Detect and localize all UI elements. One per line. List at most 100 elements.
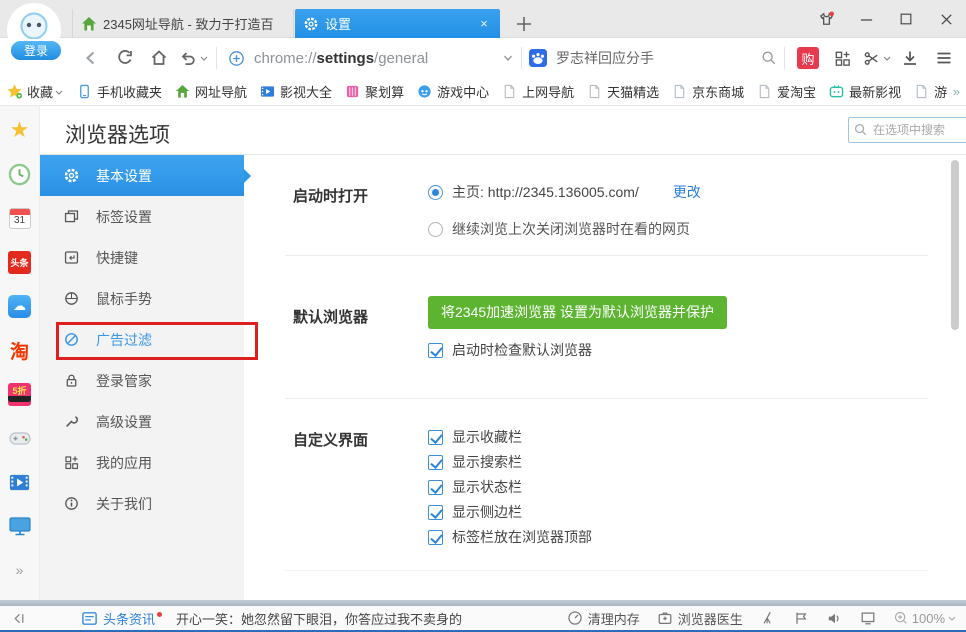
close-button[interactable] <box>926 0 966 38</box>
screen-monitor-icon[interactable] <box>8 514 32 538</box>
flag-banner-icon[interactable] <box>793 610 809 626</box>
checkbox-checked-icon[interactable] <box>428 343 443 358</box>
home-button[interactable] <box>142 43 176 73</box>
tab-2345-navigation[interactable]: 2345网址导航 - 致力于打造百 <box>72 9 294 38</box>
maximize-button[interactable] <box>886 0 926 38</box>
apps-icon <box>62 454 80 472</box>
downloads-button[interactable] <box>893 43 927 73</box>
radio-selected-icon[interactable] <box>428 185 443 200</box>
page-capture-icon[interactable] <box>860 610 876 626</box>
toutiao-news-icon[interactable]: 头条 <box>8 250 32 274</box>
browser-window: 2345网址导航 - 致力于打造百 设置 × <box>0 0 966 632</box>
news-ticker-text[interactable]: 开心一笑：她忽然留下眼泪，你答应过我不卖身的 <box>176 609 462 628</box>
bookmark-item-9[interactable]: 最新影视 <box>829 82 901 101</box>
change-homepage-link[interactable]: 更改 <box>673 182 701 202</box>
settings-nav-item-7[interactable]: 我的应用 <box>40 442 244 483</box>
mouse-icon <box>62 290 80 308</box>
calendar-icon[interactable]: 31 <box>8 206 32 230</box>
info-icon <box>62 495 80 513</box>
settings-nav: 基本设置标签设置快捷键鼠标手势广告过滤登录管家高级设置我的应用关于我们 <box>40 155 244 600</box>
bookmark-item-0[interactable]: 手机收藏夹 <box>77 82 162 101</box>
bookmark-label: 爱淘宝 <box>777 82 816 101</box>
radio-unselected-icon[interactable] <box>428 222 443 237</box>
game-center-icon[interactable] <box>8 426 32 450</box>
video-library-icon[interactable] <box>8 470 32 494</box>
new-tab-button[interactable] <box>512 12 536 36</box>
bookmarks-overflow-button[interactable]: » <box>953 84 960 99</box>
menu-button[interactable] <box>927 43 961 73</box>
settings-nav-item-4[interactable]: 广告过滤 <box>40 319 244 360</box>
favorites-star-icon[interactable]: ★ <box>8 118 32 142</box>
bookmark-item-10[interactable]: 游戏娱乐 <box>914 82 947 101</box>
settings-nav-item-3[interactable]: 鼠标手势 <box>40 278 244 319</box>
checkbox-checked-icon[interactable] <box>428 455 443 470</box>
minimize-button[interactable] <box>846 0 886 38</box>
nav-item-label: 我的应用 <box>96 453 152 473</box>
bookmark-label: 天猫精选 <box>607 82 659 101</box>
shopping-button[interactable]: 购 <box>791 43 825 73</box>
search-magnifier-icon[interactable] <box>760 49 778 67</box>
clip-tools-button[interactable] <box>859 43 893 73</box>
settings-nav-item-1[interactable]: 标签设置 <box>40 196 244 237</box>
taobao-icon[interactable]: 淘 <box>8 338 32 362</box>
nav-item-label: 基本设置 <box>96 166 152 186</box>
login-button[interactable]: 登录 <box>9 39 63 62</box>
checkbox-checked-icon[interactable] <box>428 505 443 520</box>
wrench-icon <box>62 413 80 431</box>
checkbox-row-ui-3: 显示侧边栏 <box>428 502 522 522</box>
radio-row-homepage: 主页: http://2345.136005.com/ 更改 <box>428 182 701 202</box>
url-text: chrome://settings/general <box>254 50 501 67</box>
ui-option-label: 显示收藏栏 <box>452 427 522 447</box>
settings-nav-item-6[interactable]: 高级设置 <box>40 401 244 442</box>
window-controls <box>806 0 966 38</box>
favorites-menu[interactable]: 收藏 <box>6 82 63 101</box>
search-bar[interactable]: 罗志祥回应分手 <box>528 48 778 68</box>
tab-close-icon[interactable]: × <box>476 16 492 31</box>
bookmark-item-3[interactable]: 聚划算 <box>345 82 404 101</box>
skin-theme-button[interactable] <box>806 0 846 38</box>
speaker-icon[interactable] <box>826 610 843 627</box>
toutiao-feed-button[interactable]: 头条资讯 <box>81 609 162 628</box>
refresh-button[interactable] <box>108 43 142 73</box>
scrollbar-thumb[interactable] <box>951 160 959 330</box>
clean-memory-button[interactable]: 清理内存 <box>567 609 640 628</box>
bookmark-item-1[interactable]: 网址导航 <box>175 82 247 101</box>
tmall-discount-icon[interactable]: 5折 <box>8 382 32 406</box>
tab-settings[interactable]: 设置 × <box>295 9 500 38</box>
bookmark-item-8[interactable]: 爱淘宝 <box>757 82 816 101</box>
section-label-custom-ui: 自定义界面 <box>293 429 368 450</box>
zoom-control[interactable]: 100% <box>893 610 956 626</box>
bookmark-item-4[interactable]: 游戏中心 <box>417 82 489 101</box>
weather-icon[interactable]: ☁ <box>8 294 32 318</box>
set-default-browser-button[interactable]: 将2345加速浏览器 设置为默认浏览器并保护 <box>428 296 727 329</box>
star-add-icon <box>6 83 23 100</box>
back-button[interactable] <box>74 43 108 73</box>
address-bar[interactable]: chrome://settings/general <box>223 49 515 68</box>
nav-item-label: 关于我们 <box>96 494 152 514</box>
bookmark-label: 游戏中心 <box>437 82 489 101</box>
settings-nav-item-2[interactable]: 快捷键 <box>40 237 244 278</box>
bookmark-label: 手机收藏夹 <box>97 82 162 101</box>
bookmark-item-2[interactable]: 影视大全 <box>260 82 332 101</box>
settings-nav-item-8[interactable]: 关于我们 <box>40 483 244 524</box>
dock-expand-button[interactable]: » <box>8 558 32 582</box>
apps-grid-button[interactable] <box>825 43 859 73</box>
checkbox-checked-icon[interactable] <box>428 530 443 545</box>
history-clock-icon[interactable] <box>8 162 32 186</box>
ui-option-label: 显示搜索栏 <box>452 452 522 472</box>
tabs-icon <box>62 208 80 226</box>
search-icon <box>853 122 868 137</box>
undo-closed-tab-button[interactable] <box>176 43 210 73</box>
collapse-statusbar-icon[interactable] <box>12 611 27 626</box>
bookmark-label: 京东商城 <box>692 82 744 101</box>
browser-doctor-button[interactable]: 浏览器医生 <box>657 609 743 628</box>
bookmark-item-6[interactable]: 天猫精选 <box>587 82 659 101</box>
settings-nav-item-0[interactable]: 基本设置 <box>40 155 244 196</box>
clear-traces-broom-icon[interactable] <box>760 610 776 626</box>
bookmark-item-5[interactable]: 上网导航 <box>502 82 574 101</box>
checkbox-checked-icon[interactable] <box>428 430 443 445</box>
settings-nav-item-5[interactable]: 登录管家 <box>40 360 244 401</box>
bookmark-item-7[interactable]: 京东商城 <box>672 82 744 101</box>
address-dropdown-icon[interactable] <box>501 51 515 65</box>
checkbox-checked-icon[interactable] <box>428 480 443 495</box>
